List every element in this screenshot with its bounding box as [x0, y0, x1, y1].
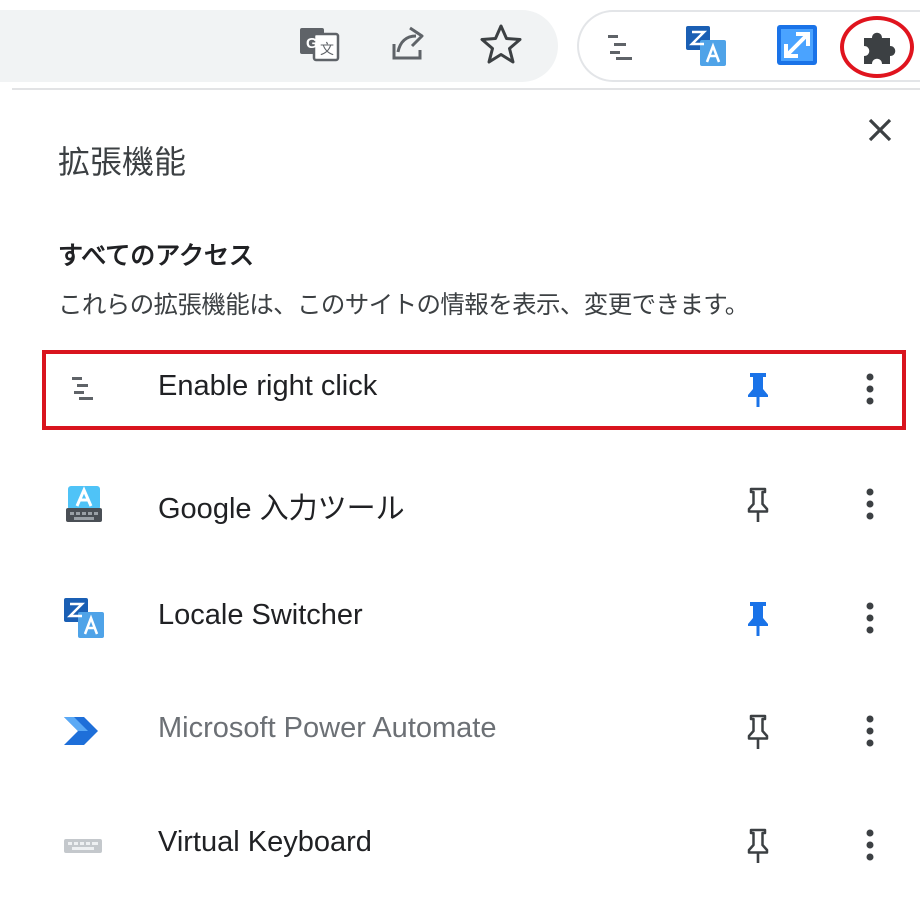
extension-name: Locale Switcher	[158, 599, 363, 631]
power-automate-icon	[64, 717, 98, 745]
virtual-keyboard-icon	[64, 839, 102, 853]
svg-text:文: 文	[320, 42, 334, 58]
svg-text:G: G	[306, 35, 318, 52]
section-heading: すべてのアクセス	[58, 241, 255, 270]
extension-row-google-input-tools[interactable]: Google 入力ツール	[0, 449, 920, 559]
google-translate-icon[interactable]: G 文	[298, 24, 342, 64]
extension-name: Google 入力ツール	[158, 493, 405, 525]
highlight-annotation	[42, 350, 906, 430]
toolbar-divider	[12, 88, 920, 90]
close-button[interactable]	[858, 108, 902, 152]
resize-icon[interactable]	[774, 22, 820, 68]
more-options-icon[interactable]	[852, 821, 888, 869]
locale-switcher-icon	[64, 598, 104, 638]
pin-icon-active[interactable]	[738, 596, 778, 640]
pin-icon[interactable]	[738, 709, 778, 753]
share-icon[interactable]	[386, 22, 430, 66]
more-options-icon[interactable]	[852, 594, 888, 642]
section-description: これらの拡張機能は、このサイトの情報を表示、変更できます。	[58, 290, 749, 319]
extension-row-virtual-keyboard[interactable]: Virtual Keyboard	[0, 790, 920, 900]
close-icon	[868, 118, 892, 142]
more-options-icon[interactable]	[852, 480, 888, 528]
extension-name: Virtual Keyboard	[158, 826, 372, 858]
extension-name: Microsoft Power Automate	[158, 712, 497, 744]
more-options-icon[interactable]	[852, 707, 888, 755]
address-bar[interactable]	[0, 10, 558, 82]
google-input-tools-icon	[66, 486, 102, 522]
pin-icon[interactable]	[738, 823, 778, 867]
enable-right-click-icon[interactable]	[604, 30, 638, 62]
popup-title: 拡張機能	[58, 143, 187, 181]
bookmark-star-icon[interactable]	[478, 22, 524, 66]
extension-row-locale-switcher[interactable]: Locale Switcher	[0, 563, 920, 673]
locale-switcher-icon[interactable]	[682, 22, 730, 70]
extension-row-power-automate[interactable]: Microsoft Power Automate	[0, 676, 920, 786]
pin-icon[interactable]	[738, 482, 778, 526]
extensions-button-annotation	[840, 16, 914, 78]
browser-toolbar: G 文	[0, 0, 920, 88]
